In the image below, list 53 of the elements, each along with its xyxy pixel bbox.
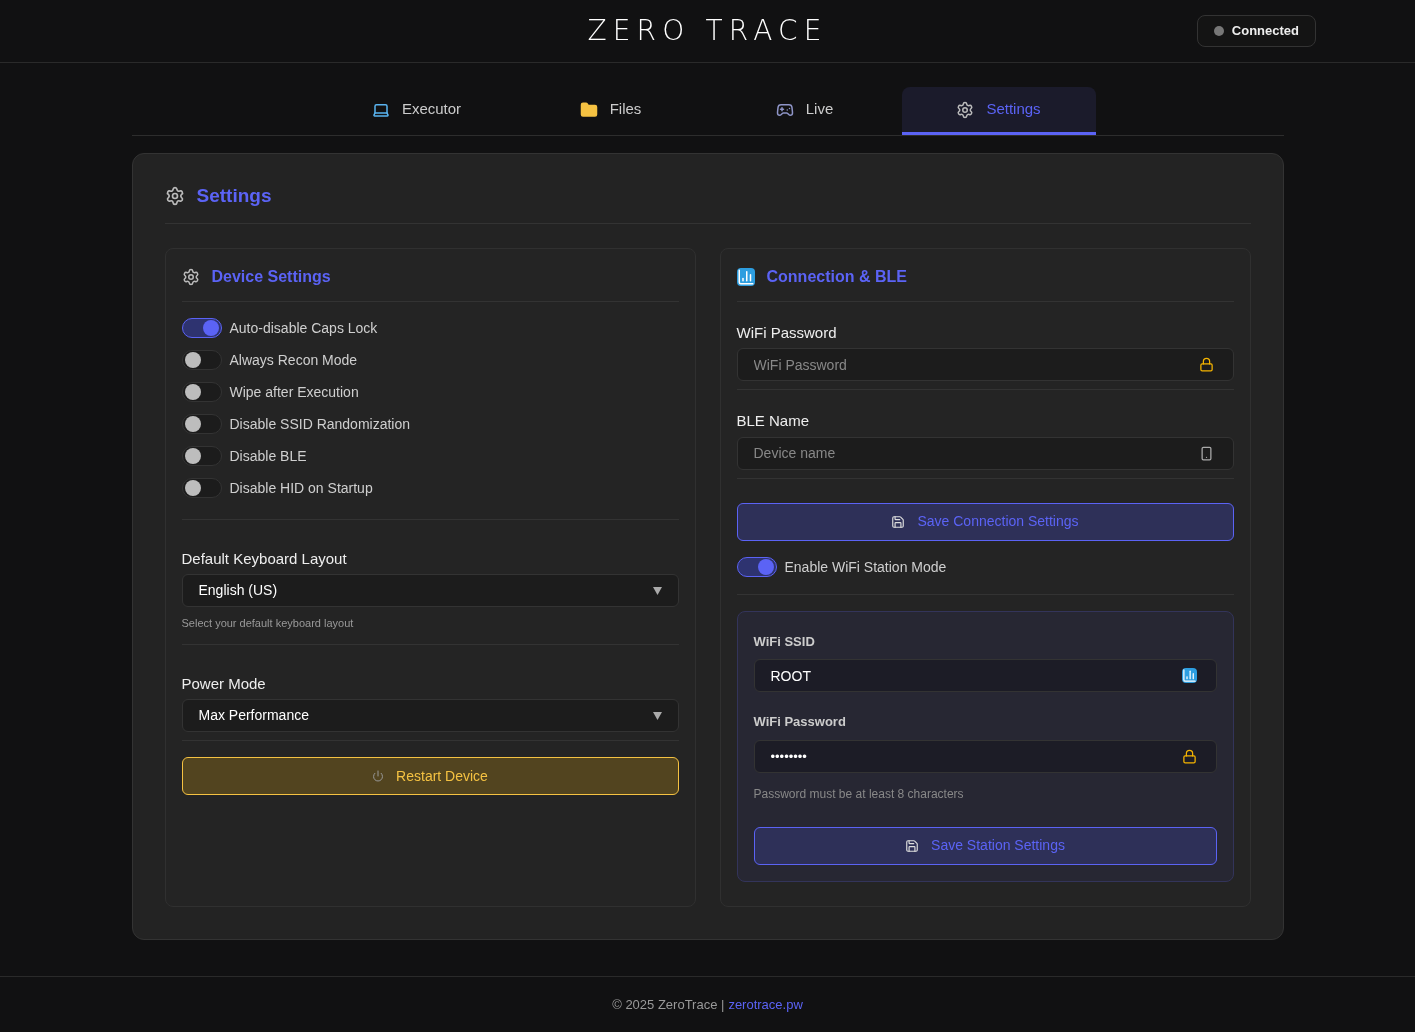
nav-tab[interactable]: Files (513, 87, 708, 135)
copyright-text: © 2025 ZeroTrace | (612, 995, 725, 1014)
nav-tab[interactable]: Live (707, 87, 902, 135)
panel-title: Connection & BLE (766, 266, 907, 287)
toggle-switch[interactable] (181, 350, 222, 370)
toggle-label: Always Recon Mode (229, 350, 358, 370)
settings-icon (164, 186, 185, 207)
ble-name-field[interactable]: Device name (736, 436, 1234, 470)
signal-bars-icon (736, 267, 755, 286)
field-label: Default Keyboard Layout (181, 548, 348, 569)
field-label: Power Mode (181, 673, 267, 694)
toggle-switch[interactable] (181, 382, 222, 402)
toggle-label: Disable SSID Randomization (229, 414, 411, 434)
field-hint: Password must be at least 8 characters (753, 785, 965, 803)
save-icon (891, 514, 906, 529)
toggle-label: Disable BLE (229, 446, 307, 466)
toggle-label: Wipe after Execution (229, 382, 359, 402)
website-link[interactable]: zerotrace.pw (728, 994, 803, 1015)
field-label: BLE Name (736, 411, 811, 431)
logo: ZERO TRACE (587, 13, 828, 49)
status-label: Connected (1231, 22, 1299, 41)
power-icon (372, 770, 385, 782)
field-label: WiFi Password (753, 713, 847, 731)
toggle-label: Enable WiFi Station Mode (784, 557, 947, 577)
field-label: WiFi Password (736, 322, 838, 343)
toggle-switch[interactable] (181, 446, 222, 466)
toggle-label: Auto-disable Caps Lock (229, 318, 378, 338)
power-mode-select[interactable]: Max Performance (181, 699, 679, 732)
toggle-label: Disable HID on Startup (229, 478, 373, 498)
settings-icon (956, 100, 975, 119)
lock-icon (1198, 357, 1214, 372)
keyboard-layout-select[interactable]: English (US) (181, 574, 679, 607)
ssid-field[interactable]: ROOT (753, 659, 1217, 692)
toggle-switch[interactable] (181, 318, 222, 338)
caret-icon (652, 586, 662, 595)
field-label: WiFi SSID (753, 632, 816, 651)
folder-icon (579, 100, 598, 119)
toggle-switch[interactable] (181, 478, 222, 498)
phone-icon (1198, 445, 1214, 461)
toggle-switch[interactable] (181, 414, 222, 434)
panel-title: Device Settings (211, 266, 331, 287)
nav-tab[interactable]: Executor (319, 87, 514, 135)
wifi-password-field[interactable]: WiFi Password (736, 348, 1234, 381)
toggle-switch[interactable] (736, 557, 777, 577)
settings-icon (181, 267, 200, 286)
station-password-field[interactable]: •••••••• (753, 739, 1217, 773)
lock-icon (1181, 748, 1197, 764)
page-title: Settings (196, 184, 272, 208)
caret-icon (652, 711, 662, 720)
save-icon (905, 838, 920, 853)
field-hint: Select your default keyboard layout (181, 615, 679, 645)
nav-tab[interactable]: Settings (901, 87, 1096, 135)
restart-button[interactable]: Restart Device (181, 757, 679, 795)
